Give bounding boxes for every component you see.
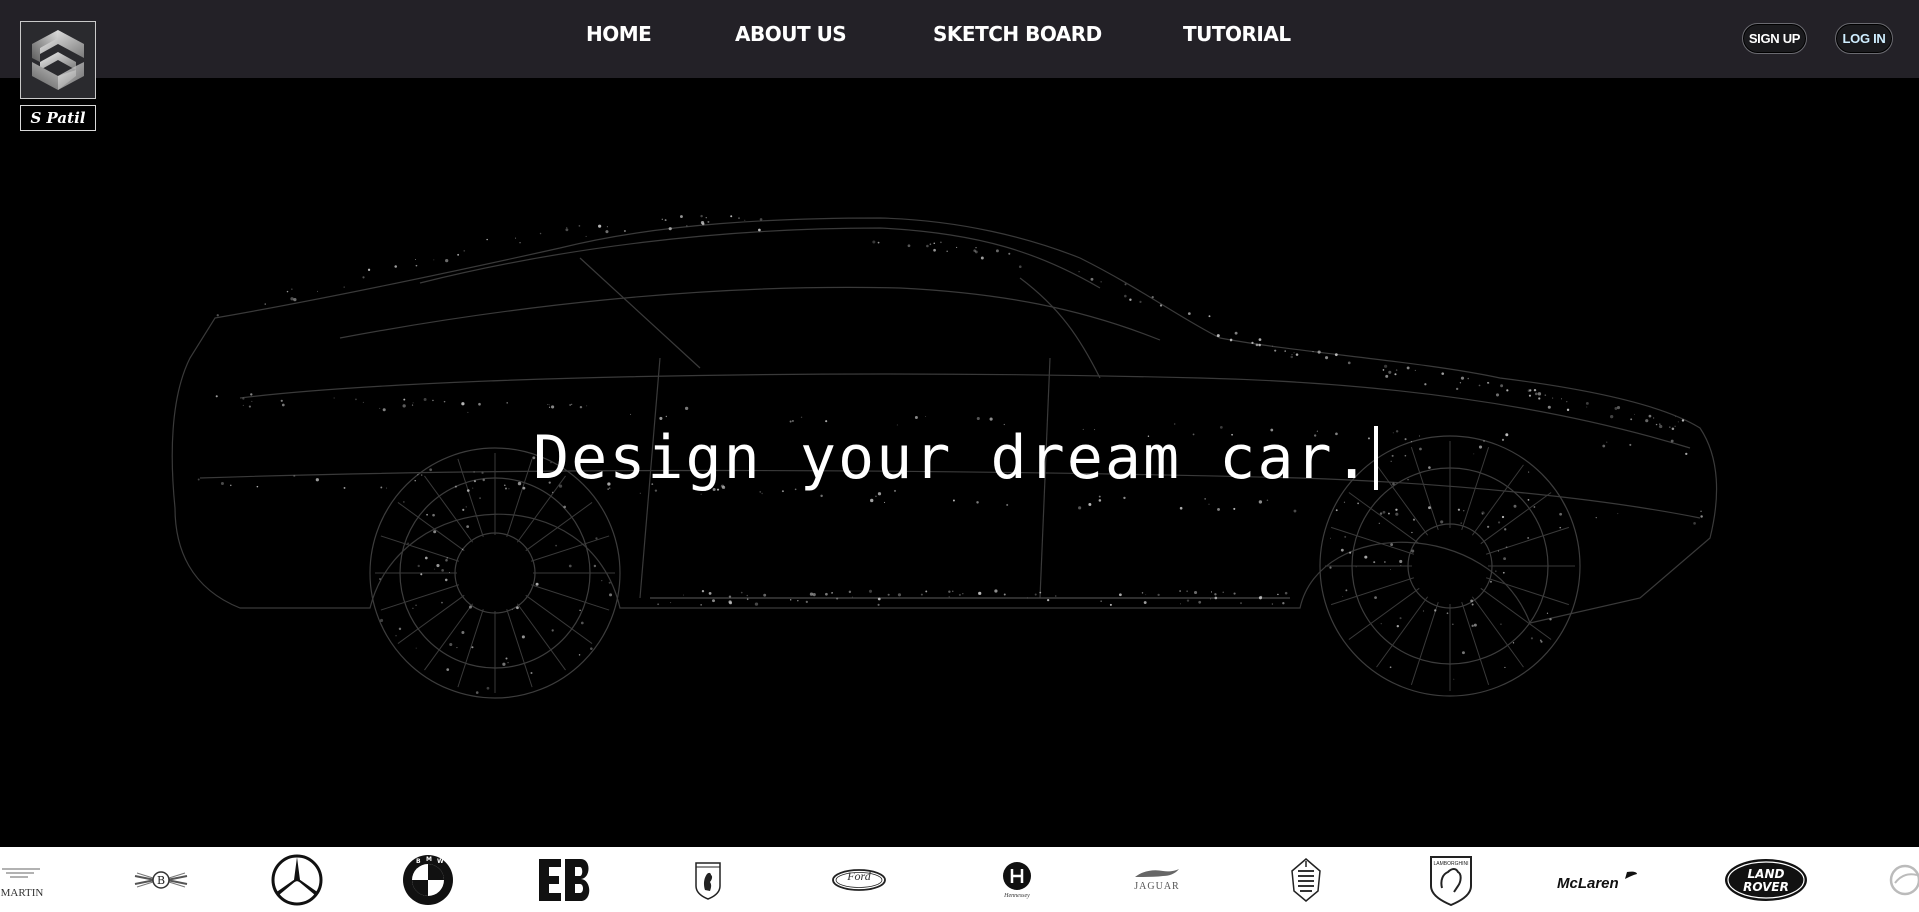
typing-cursor [1373, 426, 1378, 491]
top-navbar: S Patil HOME ABOUT US SKETCH BOARD TUTOR… [0, 0, 1919, 131]
logo-label: S Patil [20, 105, 96, 131]
ford-logo-icon[interactable]: Ford [831, 847, 887, 912]
aston-martin-logo-icon[interactable]: MARTIN [0, 847, 50, 912]
bmw-logo-icon[interactable]: B M W [402, 847, 454, 912]
bentley-logo-icon[interactable]: B [133, 847, 189, 912]
sign-up-button[interactable]: SIGN UP [1742, 23, 1807, 54]
log-in-button[interactable]: LOG IN [1835, 23, 1893, 54]
bugatti-logo-icon[interactable] [535, 847, 593, 912]
hennessey-logo-icon[interactable]: Hennessey [993, 847, 1041, 912]
svg-text:W: W [437, 858, 444, 865]
ford-text: Ford [847, 869, 871, 883]
mclaren-text: McLaren [1557, 875, 1619, 892]
svg-text:B: B [416, 858, 421, 865]
hero-section: Design your dream car. [0, 78, 1919, 847]
brand-logo-strip: MARTIN B B M W Ford Hennessey JAGUAR LAM… [0, 847, 1919, 912]
svg-text:ROVER: ROVER [1743, 880, 1789, 894]
nav-home[interactable]: HOME [586, 22, 652, 46]
jaguar-logo-icon[interactable]: JAGUAR [1131, 847, 1183, 912]
lamborghini-logo-icon[interactable]: LAMBORGHINI [1428, 847, 1474, 912]
svg-text:B: B [157, 874, 165, 887]
main-nav: HOME ABOUT US SKETCH BOARD TUTORIAL [0, 0, 1919, 78]
hennessey-text: Hennessey [1004, 892, 1030, 899]
svg-text:LAND: LAND [1748, 867, 1785, 881]
svg-text:M: M [426, 856, 432, 863]
koenigsegg-logo-icon[interactable] [1290, 847, 1322, 912]
land-rover-logo-icon[interactable]: LAND ROVER [1724, 847, 1808, 912]
mclaren-logo-icon[interactable]: McLaren [1555, 847, 1639, 912]
hero-headline: Design your dream car. [533, 423, 1378, 493]
nav-sketch-board[interactable]: SKETCH BOARD [933, 22, 1102, 46]
lamborghini-text: LAMBORGHINI [1433, 861, 1468, 867]
jaguar-text: JAGUAR [1134, 881, 1180, 892]
nav-tutorial[interactable]: TUTORIAL [1183, 22, 1291, 46]
nav-about-us[interactable]: ABOUT US [735, 22, 847, 46]
hero-headline-text: Design your dream car. [533, 423, 1372, 493]
ferrari-logo-icon[interactable] [693, 847, 723, 912]
partial-brand-icon [1885, 847, 1919, 912]
aston-martin-text: MARTIN [0, 886, 44, 899]
mercedes-logo-icon[interactable] [270, 847, 324, 912]
